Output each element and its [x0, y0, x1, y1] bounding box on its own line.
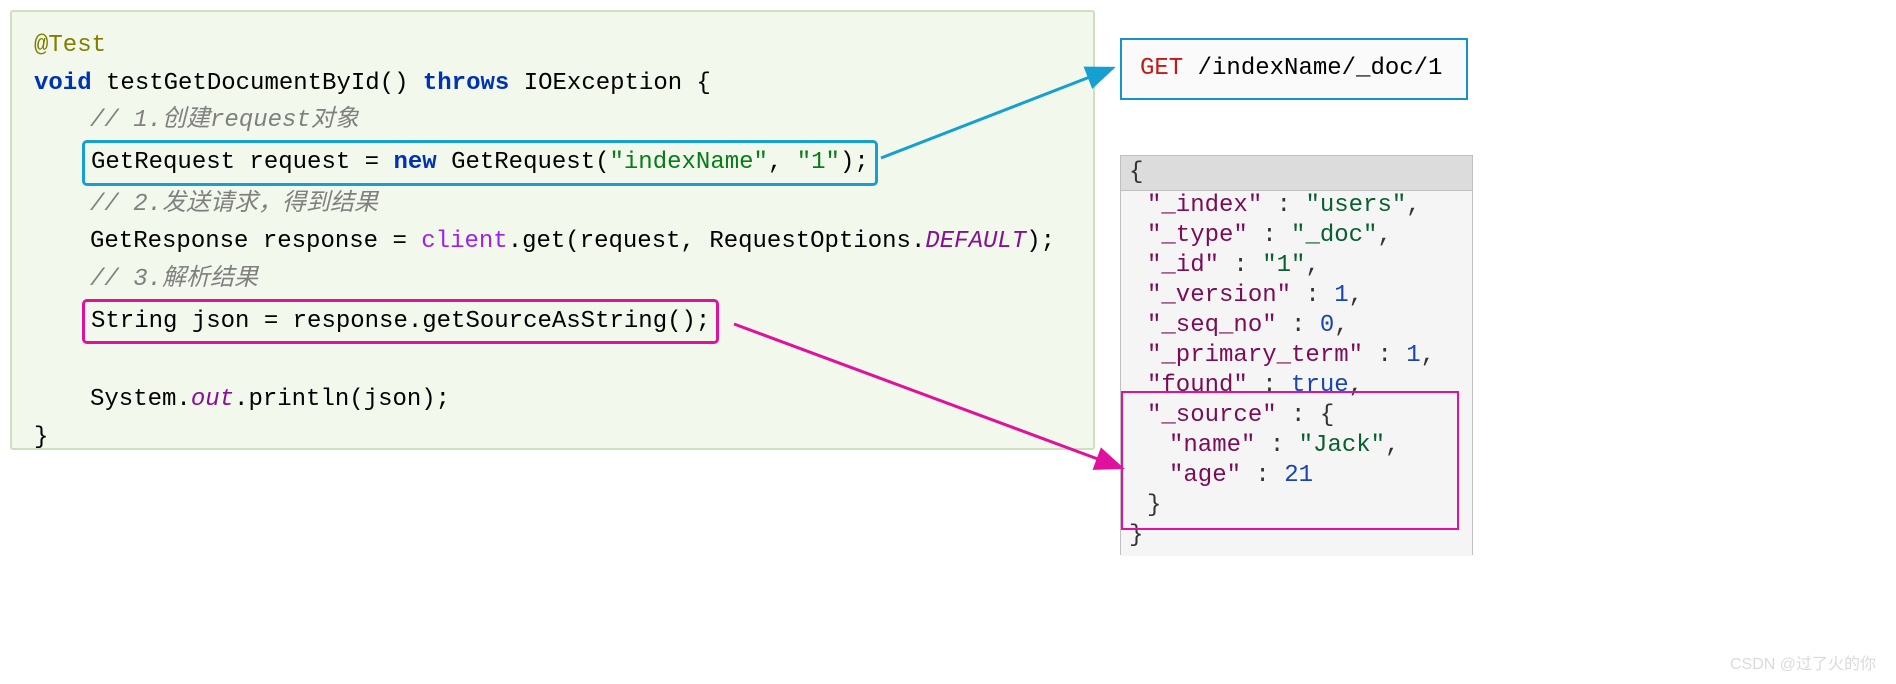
code-line: }: [34, 419, 1071, 457]
code-text: );: [840, 149, 869, 176]
exception: IOException {: [524, 70, 711, 97]
colon: :: [1277, 312, 1320, 339]
comma: ,: [1305, 252, 1319, 279]
code-text: .println(json);: [234, 386, 450, 413]
code-line: GetResponse response = client.get(reques…: [34, 223, 1071, 261]
keyword-throws: throws: [423, 70, 509, 97]
code-text: GetRequest(: [437, 149, 610, 176]
json-key: "_version": [1147, 282, 1291, 309]
brace: : {: [1277, 402, 1335, 429]
json-key: "_source": [1147, 402, 1277, 429]
json-value: "users": [1305, 192, 1406, 219]
code-line: void testGetDocumentById() throws IOExce…: [34, 65, 1071, 103]
json-value: 0: [1320, 312, 1334, 339]
comma: ,: [1334, 312, 1348, 339]
code-line: // 3.解析结果: [34, 261, 1071, 299]
json-key: "_index": [1147, 192, 1262, 219]
json-header: {: [1121, 156, 1472, 191]
code-line: GetRequest request = new GetRequest("ind…: [34, 140, 1071, 186]
comment: // 1.创建request对象: [90, 107, 359, 134]
colon: :: [1248, 372, 1291, 399]
highlight-getrequest: GetRequest request = new GetRequest("ind…: [82, 140, 878, 186]
json-key: "_seq_no": [1147, 312, 1277, 339]
json-value: 1: [1406, 342, 1420, 369]
code-line: // 1.创建request对象: [34, 102, 1071, 140]
code-text: GetResponse response =: [90, 228, 421, 255]
comma: ,: [1349, 372, 1363, 399]
json-value: 1: [1334, 282, 1348, 309]
const-default: DEFAULT: [925, 228, 1026, 255]
closing-brace: }: [34, 424, 48, 451]
code-panel: @Test void testGetDocumentById() throws …: [10, 10, 1095, 450]
json-line: "_index" : "users",: [1129, 191, 1464, 221]
json-line: "_source" : {: [1129, 401, 1464, 431]
http-path: /indexName/_doc/1: [1183, 55, 1442, 82]
get-request-box: GET /indexName/_doc/1: [1120, 38, 1468, 100]
keyword-new: new: [393, 149, 436, 176]
json-line: "_version" : 1,: [1129, 281, 1464, 311]
brace: }: [1129, 522, 1143, 549]
watermark: CSDN @过了火的你: [1730, 650, 1876, 674]
code-line: // 2.发送请求，得到结果: [34, 186, 1071, 224]
json-response-panel: { "_index" : "users", "_type" : "_doc", …: [1120, 155, 1473, 555]
http-verb: GET: [1140, 55, 1183, 82]
code-text: ,: [768, 149, 797, 176]
code-text: String json = response.getSourceAsString…: [91, 308, 710, 335]
comment: // 2.发送请求，得到结果: [90, 191, 378, 218]
keyword-void: void: [34, 70, 92, 97]
colon: :: [1262, 192, 1305, 219]
colon: :: [1363, 342, 1406, 369]
code-text: GetRequest request =: [91, 149, 393, 176]
comma: ,: [1377, 222, 1391, 249]
colon: :: [1248, 222, 1291, 249]
json-key: "_id": [1147, 252, 1219, 279]
string: "indexName": [610, 149, 768, 176]
comma: ,: [1385, 432, 1399, 459]
code-text: System.: [90, 386, 191, 413]
code-line: String json = response.getSourceAsString…: [34, 299, 1071, 345]
json-line: }: [1129, 491, 1464, 521]
json-value: true: [1291, 372, 1349, 399]
json-line: "_primary_term" : 1,: [1129, 341, 1464, 371]
json-key: "name": [1169, 432, 1255, 459]
code-line: @Test: [34, 27, 1071, 65]
json-key: "found": [1147, 372, 1248, 399]
code-text: .get(request, RequestOptions.: [508, 228, 926, 255]
json-line: "age" : 21: [1129, 461, 1464, 491]
comma: ,: [1406, 192, 1420, 219]
json-line: "_type" : "_doc",: [1129, 221, 1464, 251]
code-line: [34, 344, 1071, 381]
method-name: testGetDocumentById(): [106, 70, 408, 97]
json-line: "name" : "Jack",: [1129, 431, 1464, 461]
json-line: "_id" : "1",: [1129, 251, 1464, 281]
field-out: out: [191, 386, 234, 413]
colon: :: [1219, 252, 1262, 279]
highlight-json-line: String json = response.getSourceAsString…: [82, 299, 719, 345]
json-body: "_index" : "users", "_type" : "_doc", "_…: [1121, 191, 1472, 556]
brace: {: [1129, 159, 1143, 186]
string: "1": [797, 149, 840, 176]
json-value: "1": [1262, 252, 1305, 279]
colon: :: [1241, 462, 1284, 489]
colon: :: [1255, 432, 1298, 459]
brace: }: [1147, 492, 1161, 519]
json-key: "age": [1169, 462, 1241, 489]
json-line: "found" : true,: [1129, 371, 1464, 401]
colon: :: [1291, 282, 1334, 309]
code-line: System.out.println(json);: [34, 381, 1071, 419]
json-value: "_doc": [1291, 222, 1377, 249]
json-line: }: [1129, 521, 1464, 551]
comma: ,: [1349, 282, 1363, 309]
json-key: "_primary_term": [1147, 342, 1363, 369]
comma: ,: [1421, 342, 1435, 369]
code-text: );: [1026, 228, 1055, 255]
comment: // 3.解析结果: [90, 266, 258, 293]
json-value: "Jack": [1299, 432, 1385, 459]
annotation: @Test: [34, 32, 106, 59]
json-line: "_seq_no" : 0,: [1129, 311, 1464, 341]
field-client: client: [421, 228, 507, 255]
json-value: 21: [1284, 462, 1313, 489]
json-key: "_type": [1147, 222, 1248, 249]
